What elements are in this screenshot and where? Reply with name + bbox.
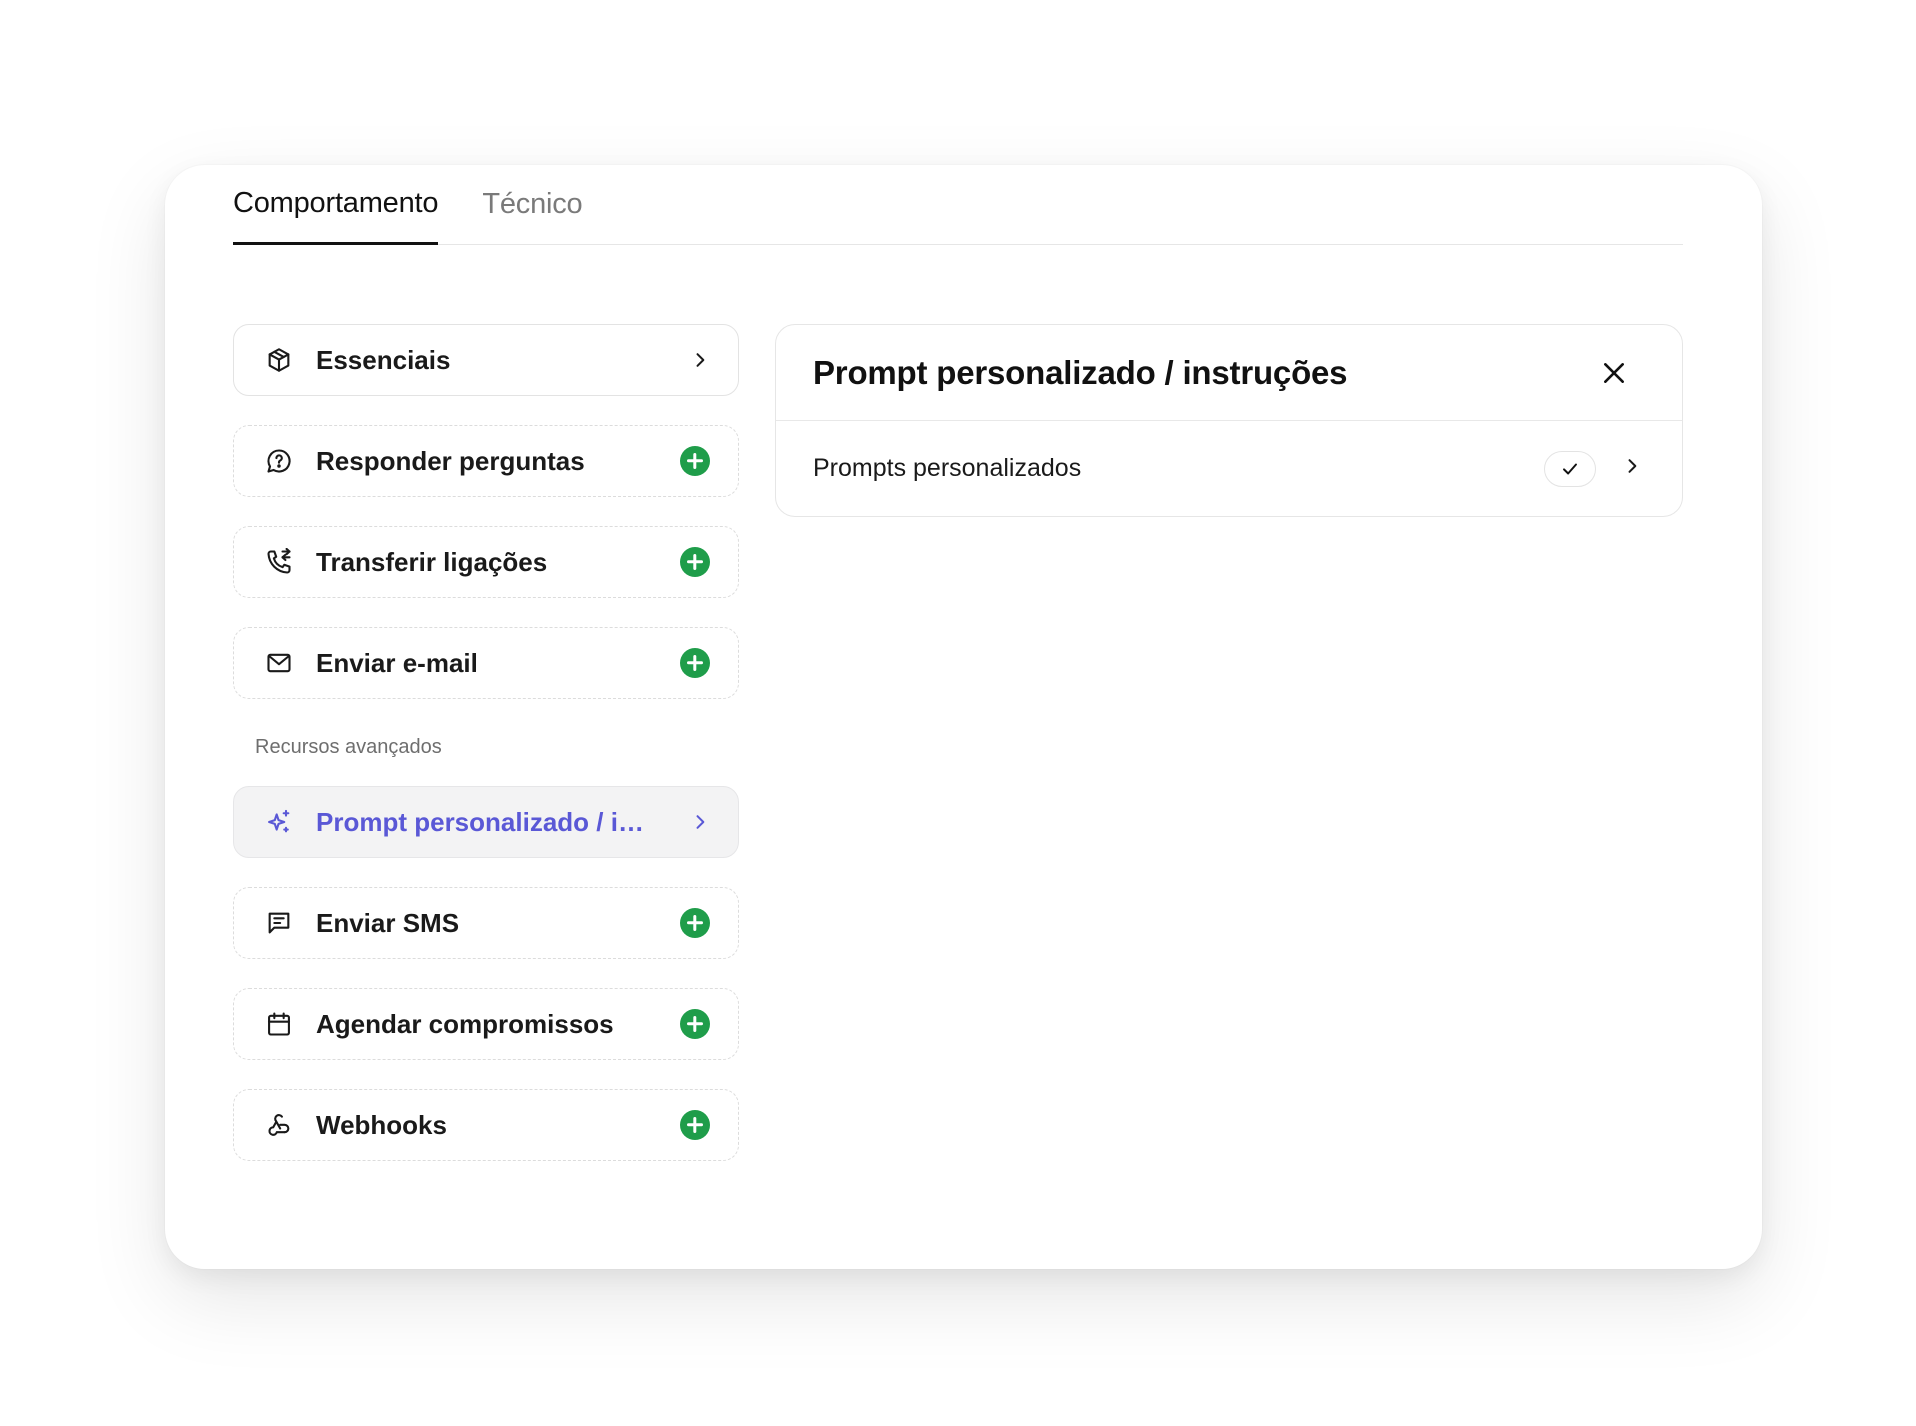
item-responder-perguntas[interactable]: Responder perguntas xyxy=(233,425,739,497)
tab-tecnico[interactable]: Técnico xyxy=(482,164,582,244)
settings-card: Comportamento Técnico Essenciais Respond… xyxy=(165,165,1762,1269)
item-label: Agendar compromissos xyxy=(316,1008,614,1039)
add-icon[interactable] xyxy=(680,1110,710,1140)
panel-header: Prompt personalizado / instruções xyxy=(776,325,1682,421)
chevron-right-icon xyxy=(690,812,710,832)
item-webhooks[interactable]: Webhooks xyxy=(233,1089,739,1161)
item-label: Transferir ligações xyxy=(316,546,548,577)
add-icon[interactable] xyxy=(680,908,710,938)
panel-row-prompts[interactable]: Prompts personalizados xyxy=(776,421,1682,516)
add-icon[interactable] xyxy=(680,1009,710,1039)
add-icon[interactable] xyxy=(680,547,710,577)
item-enviar-sms[interactable]: Enviar SMS xyxy=(233,887,739,959)
webhook-icon xyxy=(264,1110,294,1140)
chevron-right-icon xyxy=(690,350,710,370)
item-prompt-personalizado[interactable]: Prompt personalizado / in... xyxy=(233,786,739,858)
sparkles-icon xyxy=(264,807,294,837)
add-icon[interactable] xyxy=(680,446,710,476)
item-agendar-compromissos[interactable]: Agendar compromissos xyxy=(233,988,739,1060)
tab-bar: Comportamento Técnico xyxy=(233,165,1683,245)
question-chat-icon xyxy=(264,446,294,476)
check-icon[interactable] xyxy=(1544,450,1596,487)
row-label: Prompts personalizados xyxy=(813,454,1082,482)
capability-list: Essenciais Responder perguntas Transferi… xyxy=(233,324,739,1190)
item-label: Enviar e-mail xyxy=(316,647,478,678)
item-label: Enviar SMS xyxy=(316,907,460,938)
phone-forward-icon xyxy=(264,547,294,577)
item-transferir-ligacoes[interactable]: Transferir ligações xyxy=(233,526,739,598)
message-icon xyxy=(264,908,294,938)
item-label: Essenciais xyxy=(316,344,451,375)
add-icon[interactable] xyxy=(680,648,710,678)
box-icon xyxy=(264,345,294,375)
item-essenciais[interactable]: Essenciais xyxy=(233,324,739,396)
mail-icon xyxy=(264,648,294,678)
chevron-right-icon[interactable] xyxy=(1622,456,1642,481)
item-enviar-email[interactable]: Enviar e-mail xyxy=(233,627,739,699)
item-label: Prompt personalizado / in... xyxy=(316,806,646,837)
item-label: Webhooks xyxy=(316,1109,447,1140)
calendar-icon xyxy=(264,1009,294,1039)
item-label: Responder perguntas xyxy=(316,445,585,476)
section-label-advanced: Recursos avançados xyxy=(255,736,442,758)
tab-comportamento[interactable]: Comportamento xyxy=(233,165,439,245)
close-icon[interactable] xyxy=(1598,357,1630,389)
detail-panel: Prompt personalizado / instruções Prompt… xyxy=(775,324,1683,517)
panel-title: Prompt personalizado / instruções xyxy=(813,353,1348,391)
